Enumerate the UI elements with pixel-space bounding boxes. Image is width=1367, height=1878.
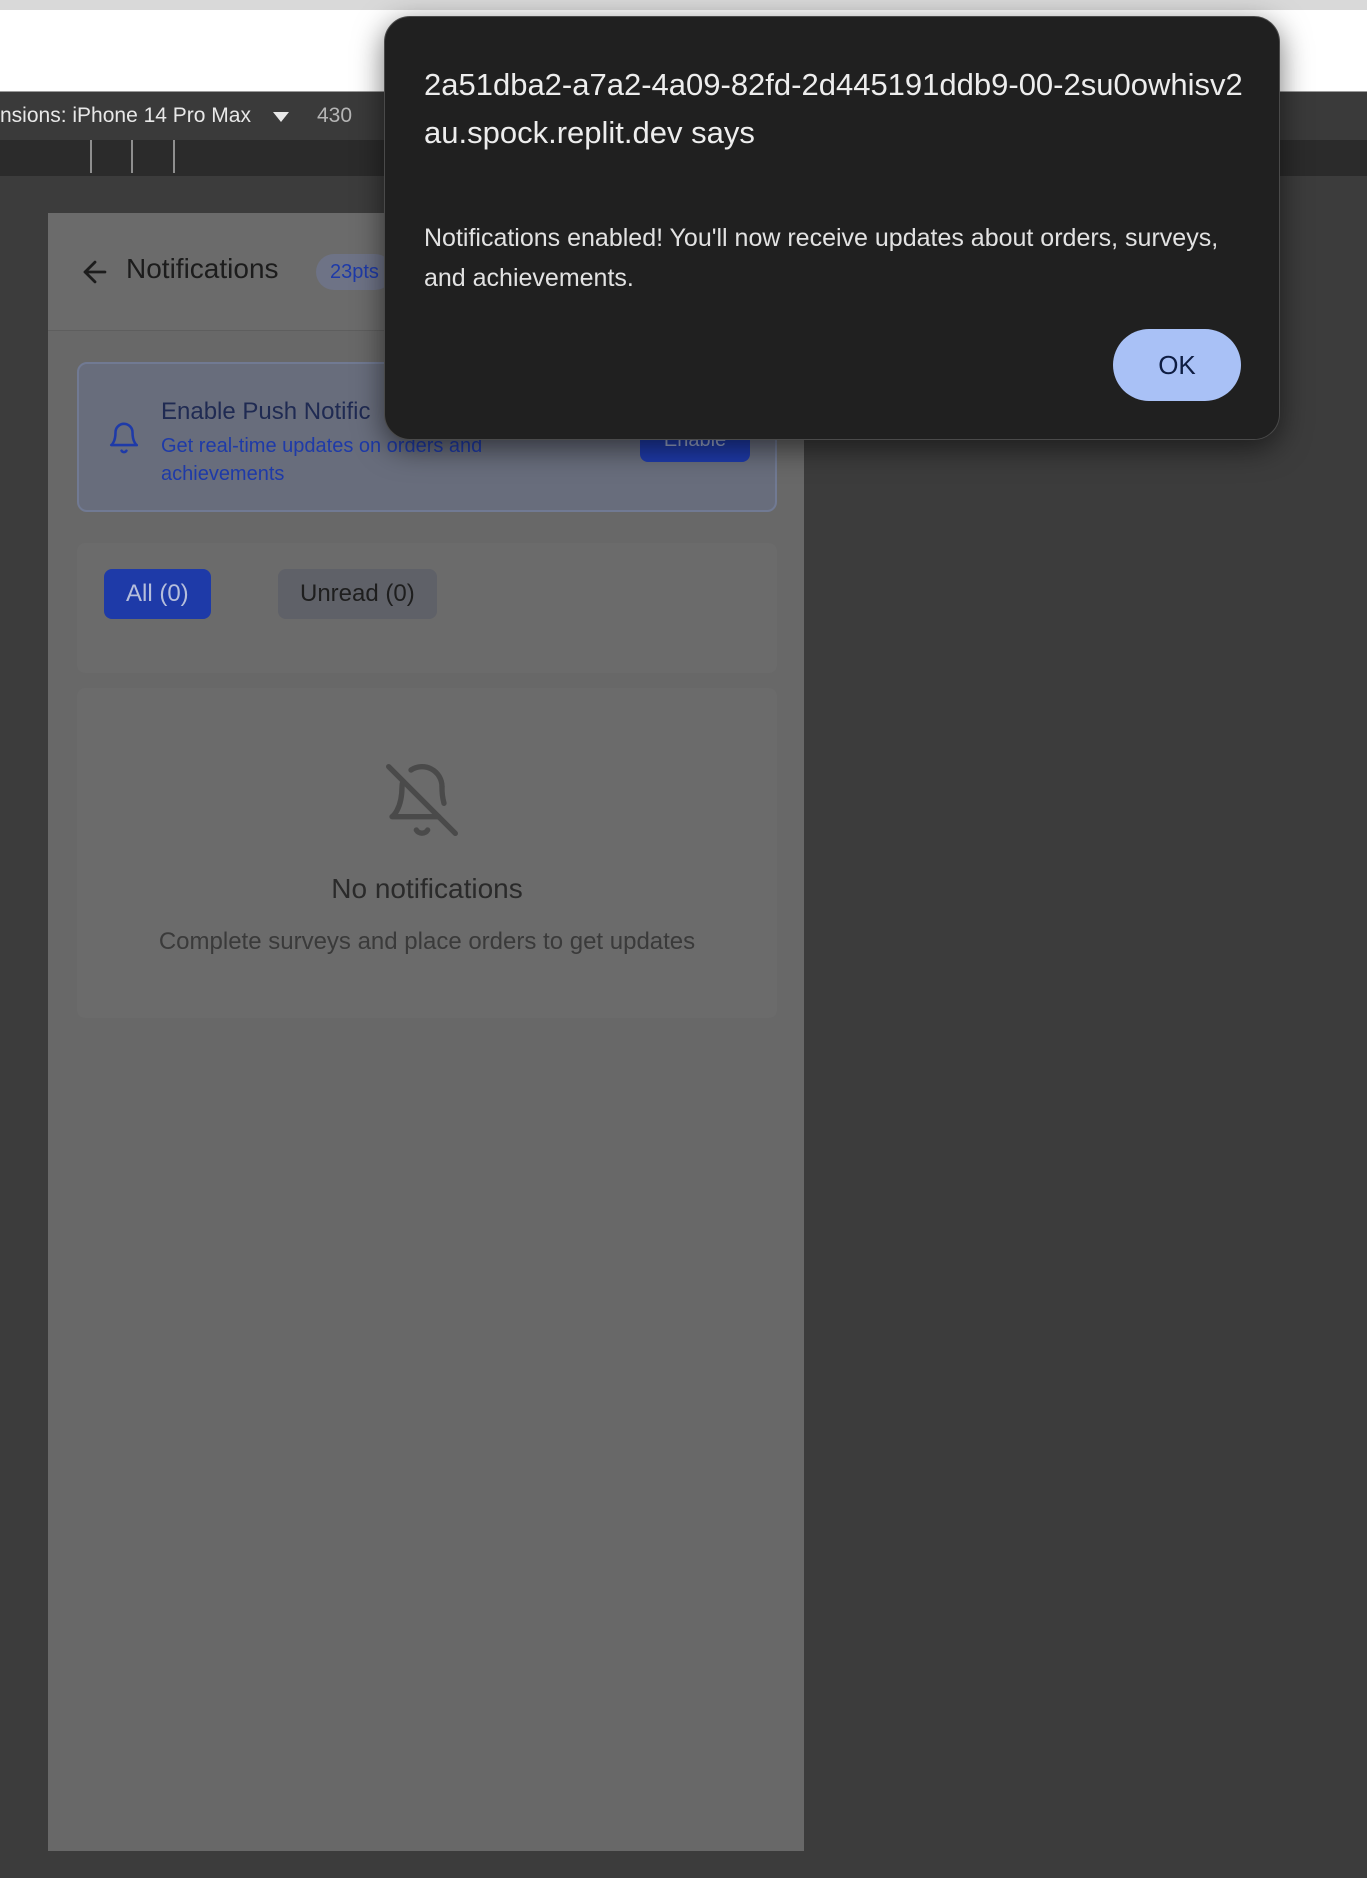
bell-icon bbox=[109, 422, 139, 454]
empty-state: No notifications Complete surveys and pl… bbox=[77, 688, 777, 1018]
filter-tabs-panel: All (0) Unread (0) bbox=[77, 543, 777, 673]
push-card-description: Get real-time updates on orders and achi… bbox=[161, 435, 483, 485]
ruler-tick[interactable] bbox=[173, 140, 175, 173]
page-title: Notifications bbox=[126, 253, 279, 284]
browser-top-strip bbox=[0, 0, 1367, 10]
phone-viewport: Notifications 23pts Enable Push Notific … bbox=[48, 213, 804, 1851]
tab-unread[interactable]: Unread (0) bbox=[278, 569, 437, 619]
empty-state-description: Complete surveys and place orders to get… bbox=[158, 928, 696, 955]
ruler-tick[interactable] bbox=[131, 140, 133, 173]
arrow-left-icon[interactable] bbox=[78, 255, 112, 289]
empty-state-title: No notifications bbox=[331, 873, 523, 904]
alert-dialog: 2a51dba2-a7a2-4a09-82fd-2d445191ddb9-00-… bbox=[384, 16, 1280, 440]
tab-all[interactable]: All (0) bbox=[104, 569, 211, 619]
points-badge: 23pts bbox=[316, 254, 393, 290]
viewport-width-field[interactable]: 430 bbox=[317, 104, 352, 128]
caret-down-icon[interactable] bbox=[273, 112, 289, 122]
push-card-title: Enable Push Notific bbox=[161, 398, 371, 425]
device-selector[interactable]: nsions: iPhone 14 Pro Max bbox=[0, 104, 251, 128]
ok-button[interactable]: OK bbox=[1113, 329, 1241, 401]
dialog-title: 2a51dba2-a7a2-4a09-82fd-2d445191ddb9-00-… bbox=[424, 67, 1243, 150]
dialog-message: Notifications enabled! You'll now receiv… bbox=[424, 224, 1219, 292]
bell-off-icon bbox=[386, 764, 459, 836]
ruler-tick[interactable] bbox=[90, 140, 92, 173]
